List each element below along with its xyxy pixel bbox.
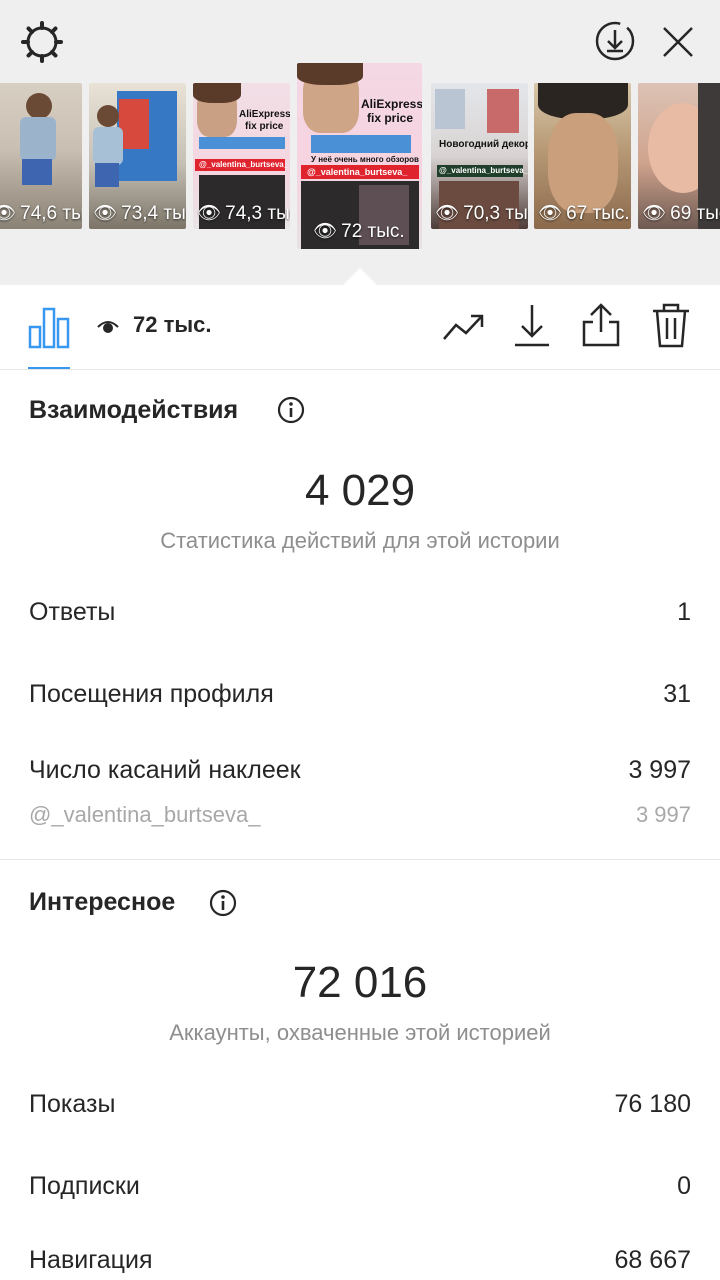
views-count: 70,3 тыс. bbox=[463, 203, 528, 224]
story-thumbnail[interactable]: 👁73,4 тыс. bbox=[89, 83, 186, 229]
row-profile-visits-label: Посещения профиля bbox=[29, 680, 274, 708]
active-tab-indicator bbox=[28, 367, 70, 369]
download-circle-icon[interactable] bbox=[594, 20, 636, 62]
eye-icon bbox=[97, 317, 119, 337]
row-sticker-taps-label: Число касаний наклеек bbox=[29, 756, 301, 784]
row-navigation-label: Навигация bbox=[29, 1246, 153, 1274]
row-impressions-value: 76 180 bbox=[614, 1090, 691, 1118]
share-icon[interactable] bbox=[581, 302, 621, 348]
row-replies-label: Ответы bbox=[29, 598, 116, 626]
sticker-mention-value: 3 997 bbox=[635, 802, 691, 827]
story-thumbnail[interactable]: 👁 67 тыс. bbox=[534, 83, 631, 229]
row-impressions-label: Показы bbox=[29, 1090, 116, 1118]
row-follows-label: Подписки bbox=[29, 1172, 140, 1200]
interactions-title: Взаимодействия bbox=[29, 396, 239, 424]
bar-chart-icon[interactable] bbox=[28, 305, 70, 349]
story-thumbnail[interactable]: AliExpress fix price @_valentina_burtsev… bbox=[193, 83, 290, 229]
row-follows-value: 0 bbox=[677, 1172, 691, 1200]
insights-toolbar: 72 тыс. bbox=[0, 285, 720, 370]
thumb-text: fix price bbox=[245, 121, 284, 132]
views-count: 74,6 тыс. bbox=[20, 203, 82, 224]
views-count: 69 тыс. bbox=[670, 203, 720, 224]
info-icon[interactable] bbox=[277, 396, 305, 424]
discovery-caption: Аккаунты, охваченные этой историей bbox=[169, 1020, 551, 1045]
views-count: 67 тыс. bbox=[566, 203, 630, 224]
story-thumbnail-strip: 👁74,6 тыс. 👁73,4 тыс. AliExpress fix pri… bbox=[0, 63, 720, 253]
info-icon[interactable] bbox=[209, 889, 237, 917]
thumb-text: @_valentina_burtseva_ bbox=[199, 160, 289, 169]
selection-pointer bbox=[342, 268, 378, 286]
views-total: 72 тыс. bbox=[133, 312, 212, 337]
thumb-text: fix price bbox=[367, 111, 414, 125]
story-thumbnail-selected[interactable]: AliExpress fix price У неё очень много о… bbox=[297, 63, 422, 249]
discovery-total: 72 016 bbox=[292, 958, 428, 1007]
trash-icon[interactable] bbox=[652, 303, 690, 349]
row-replies-value: 1 bbox=[677, 598, 691, 626]
interactions-caption: Статистика действий для этой истории bbox=[160, 528, 560, 553]
views-count: 74,3 тыс. bbox=[225, 203, 290, 224]
trend-icon[interactable] bbox=[442, 311, 486, 343]
thumb-text: @_valentina_burtseva_ bbox=[307, 167, 408, 177]
section-divider bbox=[0, 859, 720, 860]
story-strip-area: 👁74,6 тыс. 👁73,4 тыс. AliExpress fix pri… bbox=[0, 0, 720, 286]
story-thumbnail[interactable]: 👁74,6 тыс. bbox=[0, 83, 82, 229]
sticker-mention-label: @_valentina_burtseva_ bbox=[29, 802, 261, 827]
thumb-text: AliExpress bbox=[361, 97, 422, 111]
views-count: 73,4 тыс. bbox=[121, 203, 186, 224]
settings-icon[interactable] bbox=[20, 20, 64, 64]
download-icon[interactable] bbox=[513, 303, 551, 349]
views-count: 72 тыс. bbox=[341, 221, 405, 242]
close-icon[interactable] bbox=[660, 24, 696, 60]
thumb-text: AliExpress bbox=[239, 109, 290, 120]
row-navigation-value: 68 667 bbox=[614, 1246, 691, 1274]
interactions-total: 4 029 bbox=[304, 466, 416, 515]
row-profile-visits-value: 31 bbox=[663, 680, 691, 708]
story-thumbnail[interactable]: 👁69 тыс. bbox=[638, 83, 720, 229]
thumb-text: У неё очень много обзоров bbox=[311, 155, 419, 164]
thumb-text: @_valentina_burtseva_ bbox=[439, 166, 528, 175]
story-thumbnail[interactable]: Новогодний декор @_valentina_burtseva_ 👁… bbox=[431, 83, 528, 229]
discovery-title: Интересное bbox=[29, 888, 176, 916]
row-sticker-taps-value: 3 997 bbox=[628, 756, 691, 784]
thumb-text: Новогодний декор bbox=[439, 139, 528, 150]
